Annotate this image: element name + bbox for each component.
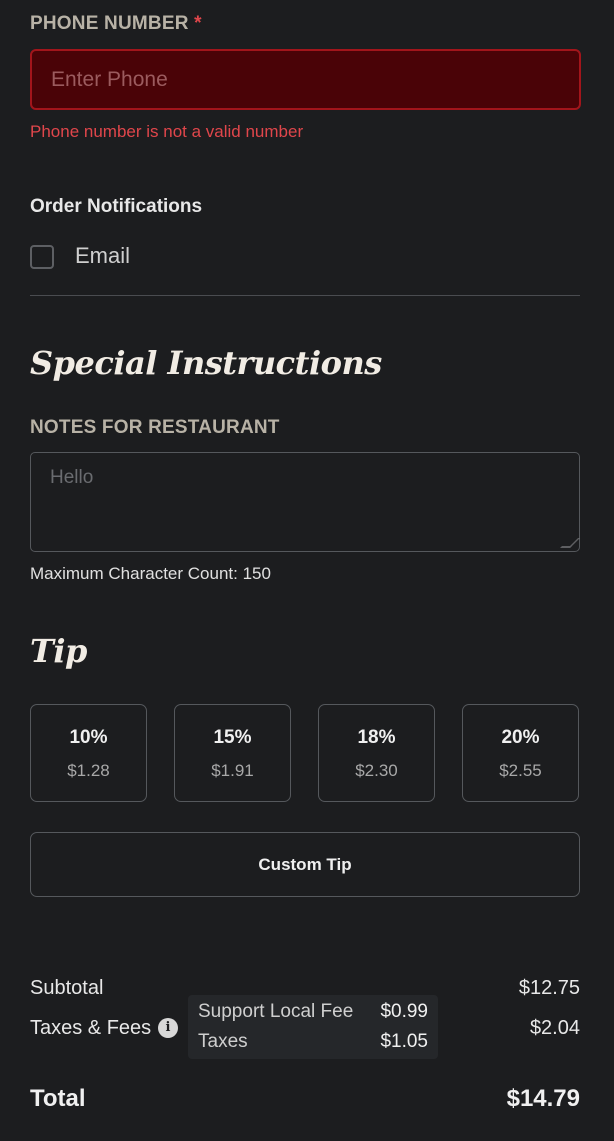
notes-textarea[interactable]: Hello: [30, 452, 580, 552]
resize-handle-icon[interactable]: [560, 538, 580, 548]
tip-amount: $1.91: [211, 761, 254, 780]
phone-label: PHONE NUMBER: [30, 13, 189, 34]
total-value: $14.79: [506, 1085, 580, 1112]
order-notifications-title: Order Notifications: [30, 196, 203, 217]
tip-option-18[interactable]: 18% $2.30: [318, 704, 435, 802]
tip-option-10[interactable]: 10% $1.28: [30, 704, 147, 802]
tip-option-15[interactable]: 15% $1.91: [174, 704, 291, 802]
tooltip-row-label: Support Local Fee: [198, 1001, 354, 1022]
notes-placeholder: Hello: [50, 467, 94, 488]
custom-tip-button[interactable]: Custom Tip: [30, 832, 580, 897]
divider: [30, 295, 580, 296]
info-icon[interactable]: i: [158, 1018, 178, 1038]
subtotal-label: Subtotal: [30, 977, 104, 999]
tip-amount: $2.30: [355, 761, 398, 780]
tip-percent: 18%: [357, 727, 396, 748]
tip-amount: $2.55: [499, 761, 542, 780]
phone-placeholder: Enter Phone: [51, 68, 168, 91]
phone-error-message: Phone number is not a valid number: [30, 122, 304, 141]
tooltip-row-value: $1.05: [380, 1031, 428, 1052]
special-instructions-heading: Special Instructions: [30, 344, 382, 382]
tip-amount: $1.28: [67, 761, 110, 780]
tooltip-row-label: Taxes: [198, 1031, 248, 1052]
tip-heading: Tip: [30, 632, 87, 670]
subtotal-value: $12.75: [518, 977, 580, 999]
tip-percent: 10%: [69, 727, 108, 748]
tip-percent: 20%: [501, 727, 540, 748]
phone-label-wrap: PHONE NUMBER *: [30, 13, 202, 35]
phone-input[interactable]: Enter Phone: [30, 49, 581, 110]
total-label: Total: [30, 1085, 86, 1112]
email-checkbox-label[interactable]: Email: [75, 243, 130, 269]
taxes-fees-label: Taxes & Fees: [30, 1017, 152, 1039]
taxes-fees-value: $2.04: [529, 1017, 580, 1039]
notes-label: NOTES FOR RESTAURANT: [30, 417, 280, 438]
required-mark: *: [194, 13, 202, 34]
fees-tooltip: Support Local Fee $0.99 Taxes $1.05: [188, 995, 438, 1059]
tooltip-row-value: $0.99: [380, 1001, 428, 1022]
tip-option-20[interactable]: 20% $2.55: [462, 704, 579, 802]
max-character-count: Maximum Character Count: 150: [30, 564, 271, 583]
tip-percent: 15%: [213, 727, 252, 748]
email-checkbox[interactable]: [30, 245, 54, 269]
